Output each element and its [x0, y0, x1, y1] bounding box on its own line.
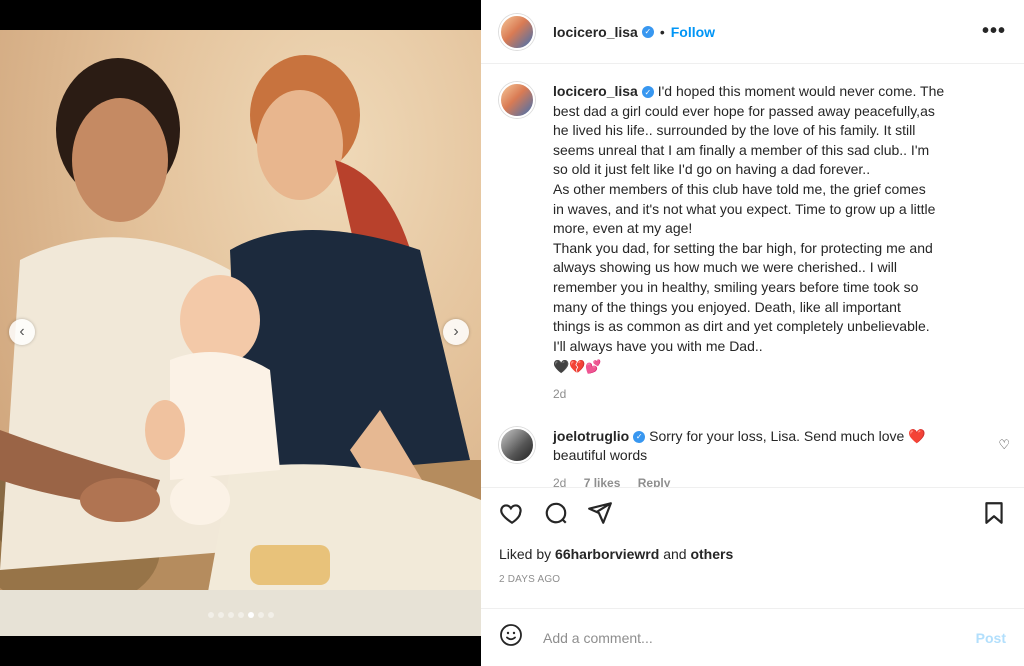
follow-button[interactable]: Follow: [671, 24, 715, 40]
chevron-right-icon: ›: [453, 323, 459, 340]
carousel-dot: [247, 612, 254, 618]
caption-line: many of the things you enjoyed. Death, l…: [553, 298, 901, 315]
post-media: ‹ ›: [0, 0, 481, 666]
caption-username[interactable]: locicero_lisa: [553, 83, 638, 99]
comment-input[interactable]: [541, 628, 976, 647]
caption-first-line: locicero_lisa ✓ I'd hoped this moment wou…: [553, 82, 993, 102]
carousel-next-button[interactable]: ›: [443, 319, 469, 345]
carousel-prev-button[interactable]: ‹: [9, 319, 35, 345]
comment-meta: 2d 7 likes Reply: [553, 474, 973, 487]
caption-timestamp[interactable]: 2d: [553, 385, 993, 405]
carousel-dot: [227, 612, 234, 618]
caption-line: seems unreal that I am finally a member …: [553, 141, 930, 158]
caption-line: in waves, and it's not what you expect. …: [553, 200, 936, 217]
post-header: locicero_lisa ✓ • Follow •••: [481, 0, 1024, 64]
carousel-dot: [207, 612, 214, 618]
carousel-indicator: [0, 612, 481, 618]
likes-summary: Liked by 66harborviewrd and others: [499, 546, 733, 562]
caption-line: best dad a girl could ever hope for pass…: [553, 102, 935, 119]
verified-icon: ✓: [633, 430, 646, 443]
author-avatar[interactable]: [499, 13, 535, 50]
author-username[interactable]: locicero_lisa: [553, 24, 638, 40]
header-separator: •: [659, 23, 665, 40]
post-sidebar: locicero_lisa ✓ • Follow ••• locicero_li…: [481, 0, 1024, 666]
emoji-icon[interactable]: [499, 623, 523, 652]
likes-conjunction: and: [663, 546, 687, 562]
comment-text-continued: beautiful words: [553, 447, 648, 464]
bookmark-icon[interactable]: [981, 500, 1007, 531]
comments-list[interactable]: locicero_lisa ✓ I'd hoped this moment wou…: [481, 64, 1024, 488]
verified-icon: ✓: [641, 25, 654, 38]
post-age[interactable]: 2 DAYS AGO: [499, 574, 560, 585]
caption-line: so old it just felt like I'd go on havin…: [553, 161, 871, 178]
caption-body: locicero_lisa ✓ I'd hoped this moment wou…: [553, 82, 993, 405]
caption-line: things is as common as dirt and yet comp…: [553, 318, 930, 335]
caption-line: As other members of this club have told …: [553, 180, 926, 197]
commenter-avatar[interactable]: [499, 426, 535, 463]
caption-line: more, even at my age!: [553, 220, 693, 237]
caption-emojis: 🖤💔💕: [553, 359, 602, 375]
share-icon[interactable]: [587, 500, 613, 531]
caption-avatar[interactable]: [499, 82, 535, 118]
more-icon[interactable]: •••: [982, 20, 1006, 43]
carousel-dot: [237, 612, 244, 618]
likes-user-link[interactable]: 66harborviewrd: [555, 546, 659, 562]
caption-line: always showing us how much we were cheri…: [553, 259, 897, 276]
carousel-dot: [217, 612, 224, 618]
heart-icon[interactable]: [499, 500, 525, 531]
comment-item: joelotruglio ✓ Sorry for your loss, Lisa.…: [481, 405, 1024, 488]
comment-likes[interactable]: 7 likes: [584, 476, 621, 487]
likes-others-link[interactable]: others: [690, 546, 733, 562]
commenter-username[interactable]: joelotruglio: [553, 428, 629, 444]
post-photo: [0, 30, 481, 636]
comment-text: Sorry for your loss, Lisa. Send much lov…: [649, 427, 926, 444]
action-bar: [481, 500, 1024, 536]
post-comment-button[interactable]: Post: [976, 630, 1006, 646]
carousel-dot: [267, 612, 274, 618]
caption-line: I'll always have you with me Dad..: [553, 337, 763, 354]
reply-button[interactable]: Reply: [638, 476, 671, 487]
verified-icon: ✓: [641, 86, 654, 99]
like-comment-icon[interactable]: ♡: [998, 437, 1010, 453]
chevron-left-icon: ‹: [19, 323, 25, 340]
add-comment-bar: Post: [481, 608, 1024, 666]
comment-timestamp[interactable]: 2d: [553, 476, 566, 487]
caption: locicero_lisa ✓ I'd hoped this moment wou…: [481, 64, 1024, 405]
carousel-dot: [257, 612, 264, 618]
caption-line: he lived his life.. surrounded by the lo…: [553, 122, 916, 139]
comment-body: joelotruglio ✓ Sorry for your loss, Lisa.…: [553, 427, 973, 488]
comment-icon[interactable]: [543, 500, 569, 531]
caption-line: remember you in healthy, smiling years b…: [553, 278, 919, 295]
vintage-family-photo: [0, 55, 481, 636]
caption-line: Thank you dad, for setting the bar high,…: [553, 239, 933, 256]
caption-text: I'd hoped this moment would never come. …: [657, 83, 945, 99]
likes-prefix: Liked by: [499, 546, 552, 562]
